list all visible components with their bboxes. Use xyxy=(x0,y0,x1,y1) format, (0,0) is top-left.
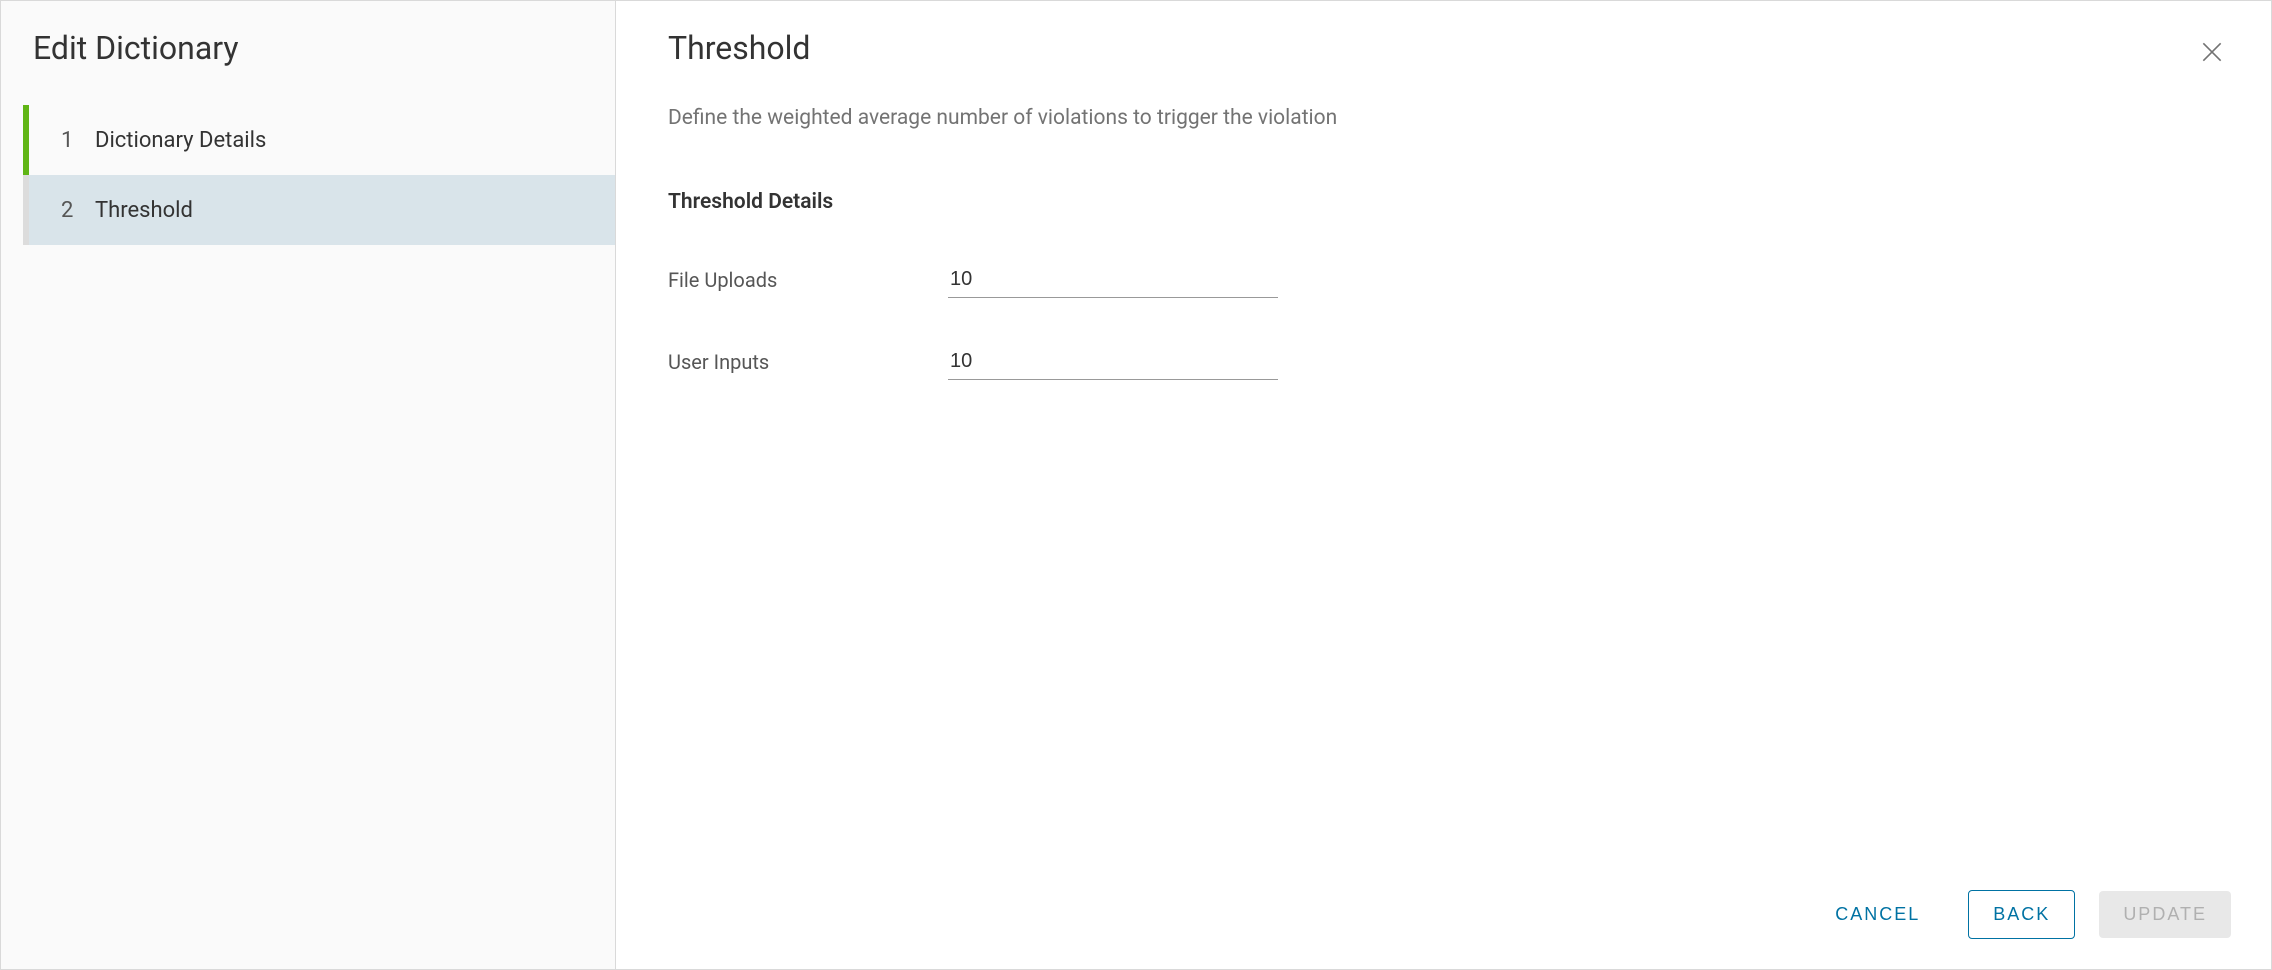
main-header: Threshold xyxy=(616,1,2271,74)
step-list: 1 Dictionary Details 2 Threshold xyxy=(1,105,615,245)
form-row-file-uploads: File Uploads xyxy=(668,262,2219,298)
user-inputs-label: User Inputs xyxy=(668,350,948,374)
step-label: Dictionary Details xyxy=(95,128,266,153)
main-body: Define the weighted average number of vi… xyxy=(616,74,2271,866)
file-uploads-label: File Uploads xyxy=(668,268,948,292)
close-icon xyxy=(2199,39,2225,65)
step-dictionary-details[interactable]: 1 Dictionary Details xyxy=(29,105,615,175)
update-button[interactable]: UPDATE xyxy=(2099,891,2231,938)
back-button[interactable]: BACK xyxy=(1968,890,2075,939)
file-uploads-input[interactable] xyxy=(948,262,1278,298)
section-title: Threshold Details xyxy=(668,190,2219,214)
step-number: 2 xyxy=(61,198,95,223)
main-title: Threshold xyxy=(668,29,810,67)
step-label: Threshold xyxy=(95,198,193,223)
step-number: 1 xyxy=(61,128,95,153)
user-inputs-input[interactable] xyxy=(948,344,1278,380)
close-button[interactable] xyxy=(2193,33,2231,74)
dialog-footer: CANCEL BACK UPDATE xyxy=(616,866,2271,969)
step-threshold[interactable]: 2 Threshold xyxy=(29,175,615,245)
sidebar-title: Edit Dictionary xyxy=(1,29,615,105)
form-row-user-inputs: User Inputs xyxy=(668,344,2219,380)
wizard-sidebar: Edit Dictionary 1 Dictionary Details 2 T… xyxy=(1,1,616,969)
edit-dictionary-dialog: Edit Dictionary 1 Dictionary Details 2 T… xyxy=(0,0,2272,970)
main-panel: Threshold Define the weighted average nu… xyxy=(616,1,2271,969)
description-text: Define the weighted average number of vi… xyxy=(668,106,2219,130)
cancel-button[interactable]: CANCEL xyxy=(1811,891,1944,938)
